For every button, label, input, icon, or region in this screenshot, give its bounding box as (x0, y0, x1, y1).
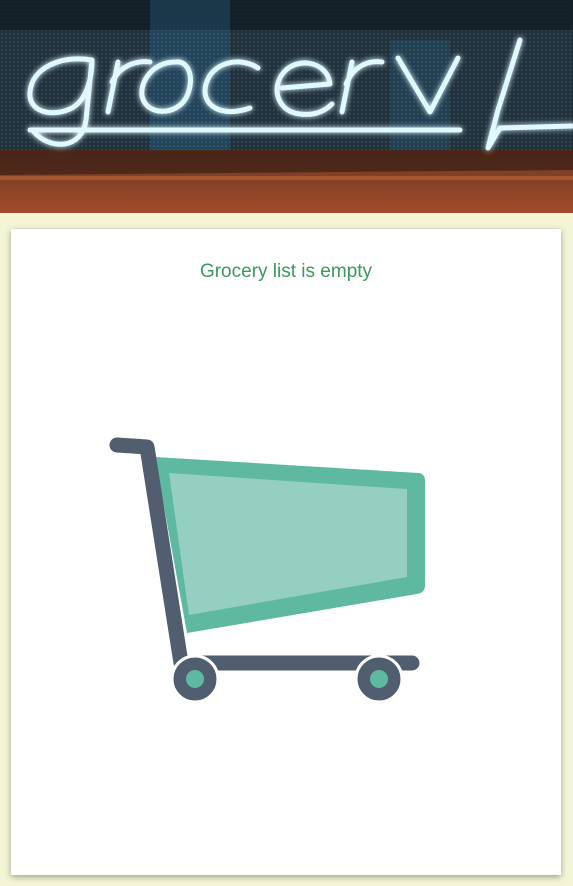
neon-sign-image (0, 0, 573, 213)
empty-list-message: Grocery list is empty (199, 261, 373, 282)
grocery-list-card: Grocery list is empty (11, 229, 561, 875)
shopping-cart-icon (109, 437, 425, 704)
header-banner (0, 0, 573, 213)
